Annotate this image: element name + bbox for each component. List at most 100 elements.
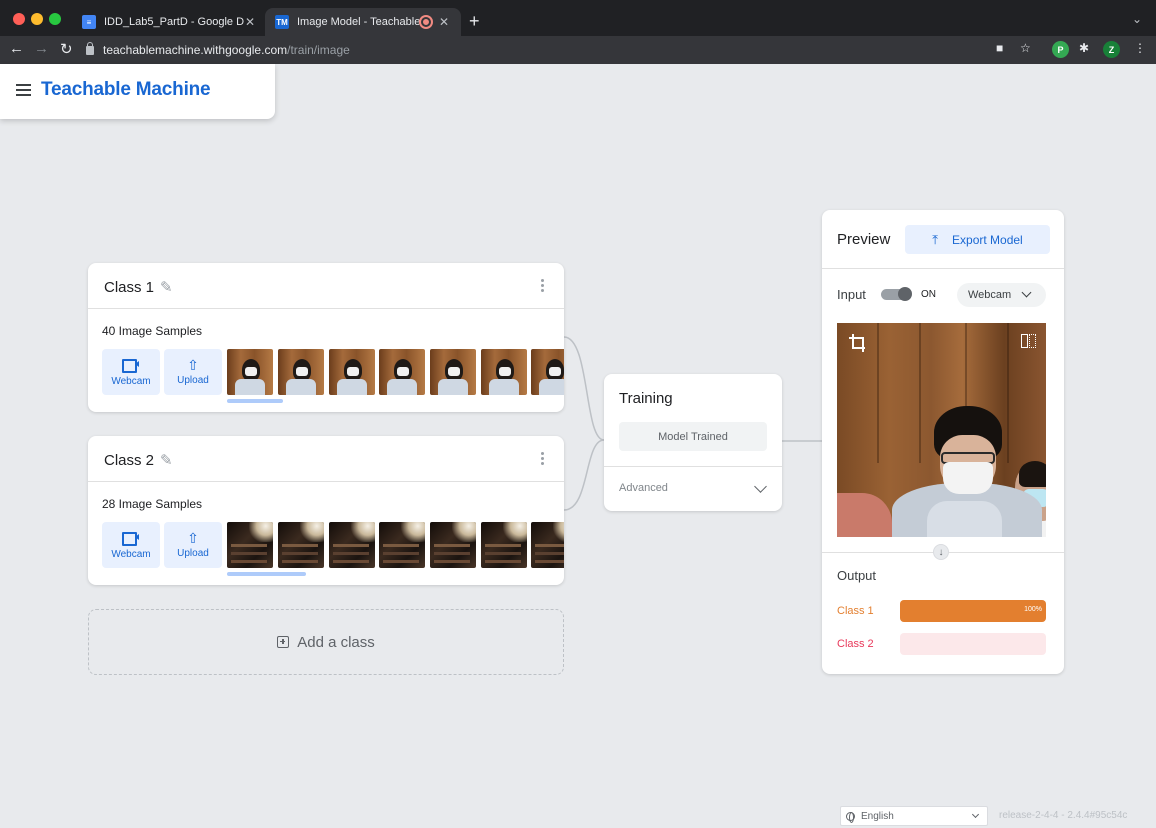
export-label: Export Model bbox=[952, 232, 1023, 247]
input-source-select[interactable]: Webcam bbox=[957, 283, 1046, 307]
advanced-toggle[interactable]: Advanced bbox=[619, 482, 668, 494]
upload-button[interactable]: ⇧ Upload bbox=[164, 522, 222, 568]
menu-icon[interactable] bbox=[16, 84, 31, 96]
url-host: teachablemachine.withgoogle.com bbox=[103, 43, 288, 57]
docs-icon: ≡ bbox=[82, 15, 96, 29]
language-value: English bbox=[861, 810, 894, 822]
upload-label: Upload bbox=[177, 375, 209, 386]
sample-count: 28 Image Samples bbox=[102, 497, 203, 511]
class-name[interactable]: Class 2 bbox=[104, 452, 154, 469]
training-card: Training Model Trained Advanced bbox=[604, 374, 782, 511]
teachable-machine-favicon: TM bbox=[275, 15, 289, 29]
edit-pencil-icon[interactable]: ✎ bbox=[160, 278, 173, 296]
preview-card: Preview ⤒ Export Model Input ON Webcam ↓… bbox=[822, 210, 1064, 674]
sample-thumbnail[interactable] bbox=[379, 349, 425, 395]
thumbnail-scrollbar[interactable] bbox=[227, 572, 306, 576]
tab-google-docs[interactable]: ≡ IDD_Lab5_PartD - Google Doc ✕ bbox=[72, 8, 265, 36]
source-value: Webcam bbox=[968, 289, 1012, 301]
upload-button[interactable]: ⇧ Upload bbox=[164, 349, 222, 395]
input-toggle[interactable] bbox=[881, 287, 912, 301]
forward-icon[interactable]: → bbox=[34, 40, 49, 57]
sample-thumbnail[interactable] bbox=[481, 522, 527, 568]
training-title: Training bbox=[619, 390, 673, 407]
sample-thumbnail[interactable] bbox=[227, 522, 273, 568]
output-label: Output bbox=[837, 568, 877, 583]
edit-pencil-icon[interactable]: ✎ bbox=[160, 451, 173, 469]
extension-p-icon[interactable]: P bbox=[1052, 41, 1069, 58]
reload-icon[interactable]: ↻ bbox=[60, 40, 73, 58]
globe-icon bbox=[846, 811, 855, 823]
tab-title: Image Model - Teachable Ma bbox=[297, 16, 421, 28]
chevron-down-icon[interactable] bbox=[754, 480, 767, 493]
language-select[interactable]: English bbox=[840, 806, 988, 826]
output-class-2-bar bbox=[900, 633, 1046, 655]
add-class-button[interactable]: Add a class bbox=[88, 609, 564, 675]
app-title[interactable]: Teachable Machine bbox=[41, 79, 211, 101]
output-class-1-label: Class 1 bbox=[837, 605, 874, 617]
class-card-2: Class 2 ✎ 28 Image Samples Webcam ⇧ Uplo… bbox=[88, 436, 564, 585]
webcam-icon bbox=[122, 359, 140, 373]
sample-thumbnail[interactable] bbox=[430, 522, 476, 568]
flip-icon[interactable] bbox=[1021, 334, 1036, 348]
lock-icon bbox=[86, 41, 94, 55]
webcam-preview bbox=[837, 323, 1046, 537]
more-options-icon[interactable] bbox=[540, 279, 544, 293]
browser-chrome: ≡ IDD_Lab5_PartD - Google Doc ✕ TM Image… bbox=[0, 0, 1156, 64]
tab-search-icon[interactable]: ⌄ bbox=[1132, 12, 1142, 26]
sample-thumbnail[interactable] bbox=[227, 349, 273, 395]
bookmark-star-icon[interactable]: ☆ bbox=[1020, 41, 1031, 55]
release-version: release-2-4-4 - 2.4.4#95c54c bbox=[999, 810, 1128, 821]
sample-thumbnail[interactable] bbox=[481, 349, 527, 395]
camera-in-use-icon[interactable]: ■ bbox=[996, 41, 1003, 55]
close-window-button[interactable] bbox=[13, 13, 25, 25]
profile-letter: Z bbox=[1108, 44, 1115, 55]
chevron-down-icon bbox=[971, 810, 980, 819]
confidence-percent: 100% bbox=[1024, 606, 1042, 613]
export-model-button[interactable]: ⤒ Export Model bbox=[905, 225, 1050, 254]
class-header: Class 2 ✎ bbox=[88, 436, 564, 482]
more-options-icon[interactable] bbox=[540, 452, 544, 466]
webcam-button[interactable]: Webcam bbox=[102, 349, 160, 395]
back-icon[interactable]: ← bbox=[9, 40, 24, 57]
webcam-button[interactable]: Webcam bbox=[102, 522, 160, 568]
thumbnail-scrollbar[interactable] bbox=[227, 399, 283, 403]
class-card-1: Class 1 ✎ 40 Image Samples Webcam ⇧ Uplo… bbox=[88, 263, 564, 412]
chevron-down-icon bbox=[1021, 287, 1032, 298]
extensions-puzzle-icon[interactable]: ✱ bbox=[1079, 41, 1089, 55]
train-model-button[interactable]: Model Trained bbox=[619, 422, 767, 451]
output-class-2-label: Class 2 bbox=[837, 638, 874, 650]
sample-thumbnail[interactable] bbox=[278, 522, 324, 568]
browser-menu-icon[interactable]: ⋮ bbox=[1134, 41, 1146, 55]
extension-letter: P bbox=[1057, 44, 1064, 55]
sample-count: 40 Image Samples bbox=[102, 324, 203, 338]
sample-thumbnail[interactable] bbox=[278, 349, 324, 395]
tab-teachable-machine[interactable]: TM Image Model - Teachable Ma ✕ bbox=[265, 8, 461, 36]
sample-thumbnail[interactable] bbox=[329, 349, 375, 395]
sample-thumbnail[interactable] bbox=[531, 349, 564, 395]
zoom-window-button[interactable] bbox=[49, 13, 61, 25]
class-name[interactable]: Class 1 bbox=[104, 279, 154, 296]
webcam-icon bbox=[122, 532, 140, 546]
export-icon: ⤒ bbox=[932, 231, 939, 247]
tab-title: IDD_Lab5_PartD - Google Doc bbox=[104, 16, 244, 28]
toggle-state: ON bbox=[921, 289, 936, 300]
upload-icon: ⇧ bbox=[187, 357, 199, 373]
close-tab-icon[interactable]: ✕ bbox=[245, 15, 255, 29]
minimize-window-button[interactable] bbox=[31, 13, 43, 25]
sample-thumbnail[interactable] bbox=[531, 522, 564, 568]
upload-label: Upload bbox=[177, 548, 209, 559]
address-bar[interactable]: teachablemachine.withgoogle.com/train/im… bbox=[86, 39, 986, 61]
upload-icon: ⇧ bbox=[187, 530, 199, 546]
input-label: Input bbox=[837, 287, 866, 302]
new-tab-button[interactable]: + bbox=[469, 11, 480, 32]
sample-thumbnail[interactable] bbox=[329, 522, 375, 568]
browser-toolbar: ← → ↻ teachablemachine.withgoogle.com/tr… bbox=[0, 36, 1156, 64]
sample-thumbnail[interactable] bbox=[430, 349, 476, 395]
sample-thumbnail[interactable] bbox=[379, 522, 425, 568]
crop-icon[interactable] bbox=[849, 334, 865, 352]
close-tab-icon[interactable]: ✕ bbox=[439, 15, 449, 29]
class-header: Class 1 ✎ bbox=[88, 263, 564, 309]
profile-avatar[interactable]: Z bbox=[1103, 41, 1120, 58]
preview-title: Preview bbox=[837, 231, 891, 248]
arrow-down-icon: ↓ bbox=[933, 544, 949, 560]
